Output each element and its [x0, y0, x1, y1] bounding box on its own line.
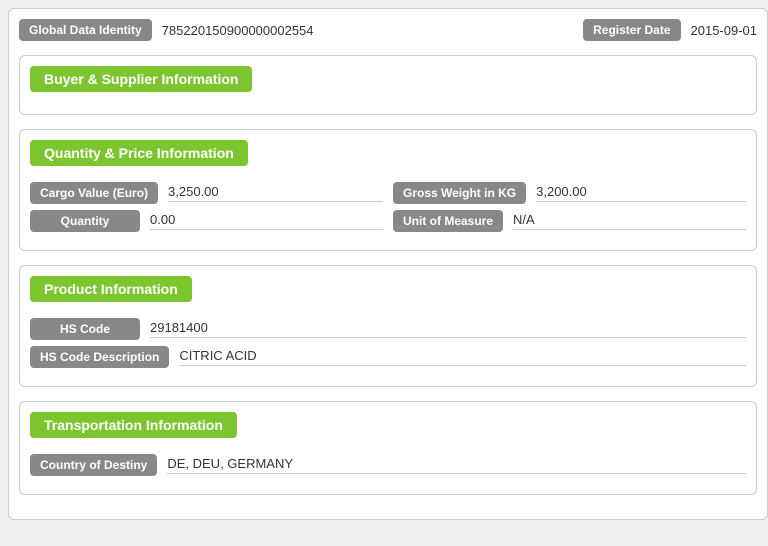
section-header-quantity-price: Quantity & Price Information: [30, 140, 248, 166]
field-left: Quantity 0.00: [30, 210, 383, 232]
field-value: 3,200.00: [536, 184, 746, 202]
section-buyer-supplier: Buyer & Supplier Information: [19, 55, 757, 115]
field-value: 0.00: [150, 212, 383, 230]
field-label: HS Code Description: [30, 346, 169, 368]
register-date-value: 2015-09-01: [691, 23, 758, 38]
section-header-buyer-supplier: Buyer & Supplier Information: [30, 66, 252, 92]
field-row: HS Code 29181400: [30, 318, 746, 340]
global-data-identity-label: Global Data Identity: [19, 19, 152, 41]
field-value: N/A: [513, 212, 746, 230]
double-field-row: Quantity 0.00 Unit of Measure N/A: [30, 210, 746, 232]
global-data-identity-value: 785220150900000002554: [162, 23, 573, 38]
field-right: Gross Weight in KG 3,200.00: [393, 182, 746, 204]
header-row: Global Data Identity 7852201509000000025…: [19, 19, 757, 41]
field-label: Quantity: [30, 210, 140, 232]
section-product: Product InformationHS Code29181400HS Cod…: [19, 265, 757, 387]
field-label: Unit of Measure: [393, 210, 503, 232]
field-label: HS Code: [30, 318, 140, 340]
field-label: Country of Destiny: [30, 454, 157, 476]
field-label: Cargo Value (Euro): [30, 182, 158, 204]
register-date-label: Register Date: [583, 19, 680, 41]
section-header-product: Product Information: [30, 276, 192, 302]
field-row: HS Code Description CITRIC ACID: [30, 346, 746, 368]
field-value: 3,250.00: [168, 184, 383, 202]
main-container: Global Data Identity 7852201509000000025…: [8, 8, 768, 520]
field-value: 29181400: [150, 320, 746, 338]
field-left: Cargo Value (Euro) 3,250.00: [30, 182, 383, 204]
field-right: Unit of Measure N/A: [393, 210, 746, 232]
double-field-row: Cargo Value (Euro) 3,250.00 Gross Weight i…: [30, 182, 746, 204]
field-row: Country of Destiny DE, DEU, GERMANY: [30, 454, 746, 476]
field-value: DE, DEU, GERMANY: [167, 456, 746, 474]
field-value: CITRIC ACID: [179, 348, 746, 366]
section-quantity-price: Quantity & Price Information Cargo Value …: [19, 129, 757, 251]
section-header-transportation: Transportation Information: [30, 412, 237, 438]
section-transportation: Transportation Information Country of Des…: [19, 401, 757, 495]
field-label: Gross Weight in KG: [393, 182, 526, 204]
register-date-group: Register Date 2015-09-01: [583, 19, 757, 41]
sections-container: Buyer & Supplier Information Quantity & P…: [19, 55, 757, 495]
